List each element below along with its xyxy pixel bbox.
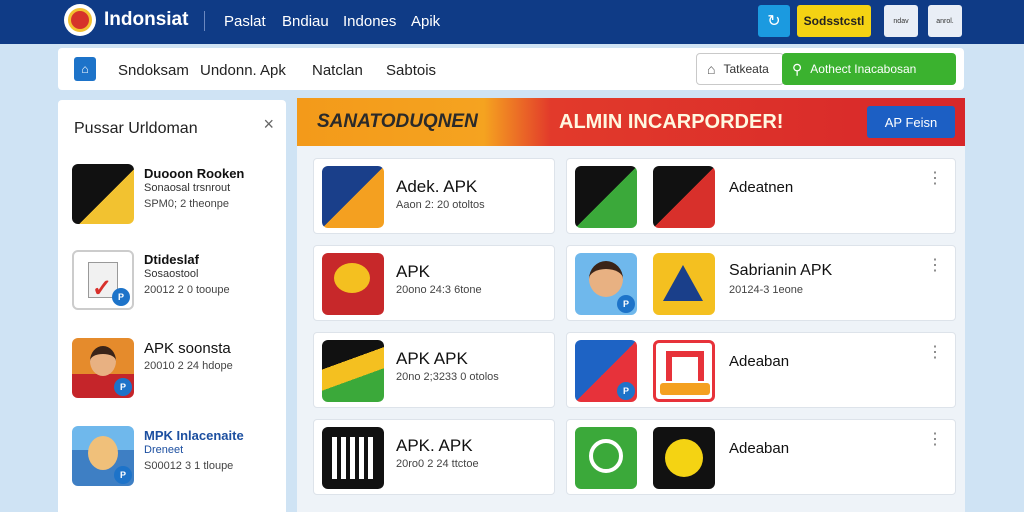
app-meta: 20ono 24:3 6tone xyxy=(396,284,482,296)
app-icon xyxy=(575,427,637,489)
app-title: APK. APK xyxy=(396,436,473,455)
app-shortcut-2[interactable]: anrol. xyxy=(928,5,962,37)
app-meta: 20ro0 2 24 ttctoe xyxy=(396,458,479,470)
app-shortcut-1-label: ndav xyxy=(893,17,909,25)
shield-icon xyxy=(68,8,92,32)
install-label: Tatkeata xyxy=(723,62,769,76)
app-icon xyxy=(653,253,715,315)
app-title: APK APK xyxy=(396,349,468,368)
app-icon xyxy=(322,340,384,402)
app-name: Duooon Rooken xyxy=(144,166,245,181)
app-card[interactable]: Adeatnen ⋮ xyxy=(566,158,956,234)
sidebar-app-item[interactable]: P MPK Inlacenaite Dreneet S00012 3 1 tlo… xyxy=(72,426,272,488)
cartoon-character-icon: P xyxy=(72,426,134,486)
app-icon xyxy=(72,164,134,224)
share-button[interactable]: ↻ xyxy=(758,5,790,37)
app-icon xyxy=(322,166,384,228)
app-meta: Aaon 2: 20 otoltos xyxy=(396,199,485,211)
sidebar-app-item[interactable]: ✓ P Dtideslaf Sosaostool 20012 2 0 tooup… xyxy=(72,250,272,312)
secondary-navigation: ⌂ Sndoksam Undonn. Apk Natclan Sabtois ⌂… xyxy=(58,48,964,90)
search-icon: ⚲ xyxy=(792,60,803,77)
subnav-item-3[interactable]: Natclan xyxy=(312,62,363,79)
search-label: Aothect Inacabosan xyxy=(810,62,917,76)
app-meta: 20010 2 24 hdope xyxy=(144,360,233,372)
site-logo[interactable] xyxy=(64,4,96,36)
brand-name[interactable]: Indonsiat xyxy=(104,9,188,31)
app-title: Adek. APK xyxy=(396,177,478,196)
app-icon xyxy=(653,427,715,489)
app-icon xyxy=(653,166,715,228)
app-title: Sabrianin APK xyxy=(729,262,833,279)
app-card[interactable]: Adek. APK Aaon 2: 20 otoltos xyxy=(313,158,555,234)
app-name: MPK Inlacenaite xyxy=(144,428,244,443)
avatar-icon: P xyxy=(72,338,134,398)
badge-icon: P xyxy=(114,378,132,396)
sign-in-button[interactable]: Sodsstcstl xyxy=(797,5,871,37)
badge-icon: P xyxy=(112,288,130,306)
top-navigation-bar: Indonsiat Paslat Bndiau Indones Apik ↻ S… xyxy=(0,0,1024,44)
close-icon[interactable]: × xyxy=(263,114,274,135)
topnav-item-3[interactable]: Indones xyxy=(343,13,396,30)
badge-icon: P xyxy=(114,466,132,484)
app-card[interactable]: P Sabrianin APK 20124-3 1eone ⋮ xyxy=(566,245,956,321)
more-options-icon[interactable]: ⋮ xyxy=(927,345,943,361)
banner-headline: ALMIN INCARPORDER! xyxy=(559,111,784,133)
app-subtitle: Sosaostool xyxy=(144,268,199,280)
app-meta: 20124-3 1eone xyxy=(729,284,804,296)
avatar-icon: P xyxy=(575,253,637,315)
app-meta: 20no 2;3233 0 otolos xyxy=(396,371,499,383)
home-icon[interactable]: ⌂ xyxy=(74,57,96,81)
subnav-item-1[interactable]: Sndoksam xyxy=(118,62,189,79)
share-icon: ↻ xyxy=(767,13,781,30)
subnav-item-4[interactable]: Sabtois xyxy=(386,62,436,79)
qr-code-icon xyxy=(322,427,384,489)
banner-left-text: SANATODUQNEN xyxy=(317,111,478,132)
badge-icon: P xyxy=(617,382,635,400)
more-options-icon[interactable]: ⋮ xyxy=(927,171,943,187)
app-card[interactable]: Adeaban ⋮ xyxy=(566,419,956,495)
more-options-icon[interactable]: ⋮ xyxy=(927,432,943,448)
app-subtitle: Dreneet xyxy=(144,444,184,456)
app-title: Adeaban xyxy=(729,440,790,457)
app-title: Adeaban xyxy=(729,353,790,370)
app-card[interactable]: P Adeaban ⋮ xyxy=(566,332,956,408)
sidebar-app-item[interactable]: P APK soonsta 20010 2 24 hdope xyxy=(72,338,272,400)
app-subtitle: Sonaosal trsnrout xyxy=(144,182,231,194)
app-title: Adeatnen xyxy=(729,179,794,196)
topnav-item-2[interactable]: Bndiau xyxy=(282,13,329,30)
app-icon xyxy=(653,340,715,402)
divider xyxy=(204,11,205,31)
app-meta: 20012 2 0 tooupe xyxy=(144,284,230,296)
app-icon xyxy=(575,166,637,228)
badge-icon: P xyxy=(617,295,635,313)
home-outline-icon: ⌂ xyxy=(707,61,716,77)
app-meta: S00012 3 1 tloupe xyxy=(144,460,234,472)
install-button[interactable]: ⌂ Tatkeata xyxy=(696,53,784,85)
banner-button[interactable]: AP Feisn xyxy=(867,106,955,138)
app-title: APK xyxy=(396,262,431,281)
sidebar-app-item[interactable]: Duooon Rooken Sonaosal trsnrout SPM0; 2 … xyxy=(72,164,272,226)
promo-banner[interactable]: SANATODUQNEN ALMIN INCARPORDER! AP Feisn xyxy=(297,98,965,146)
app-meta: SPM0; 2 theonpe xyxy=(144,198,230,210)
topnav-item-1[interactable]: Paslat xyxy=(224,13,266,30)
checklist-icon: ✓ P xyxy=(72,250,134,310)
app-name: Dtideslaf xyxy=(144,252,199,267)
app-shortcut-1[interactable]: ndav xyxy=(884,5,918,37)
app-card[interactable]: APK APK 20no 2;3233 0 otolos xyxy=(313,332,555,408)
app-name: APK soonsta xyxy=(144,340,231,357)
app-icon: P xyxy=(575,340,637,402)
subnav-item-2[interactable]: Undonn. Apk xyxy=(200,62,286,79)
sidebar-title: Pussar Urldoman xyxy=(74,120,198,137)
app-grid: Adek. APK Aaon 2: 20 otoltos APK 20ono 2… xyxy=(297,146,965,512)
app-shortcut-2-label: anrol. xyxy=(936,17,954,25)
topnav-item-4[interactable]: Apik xyxy=(411,13,440,30)
app-card[interactable]: APK 20ono 24:3 6tone xyxy=(313,245,555,321)
search-button[interactable]: ⚲ Aothect Inacabosan xyxy=(782,53,956,85)
sidebar-panel: Pussar Urldoman × Duooon Rooken Sonaosal… xyxy=(58,100,286,512)
app-icon xyxy=(322,253,384,315)
app-card[interactable]: APK. APK 20ro0 2 24 ttctoe xyxy=(313,419,555,495)
more-options-icon[interactable]: ⋮ xyxy=(927,258,943,274)
